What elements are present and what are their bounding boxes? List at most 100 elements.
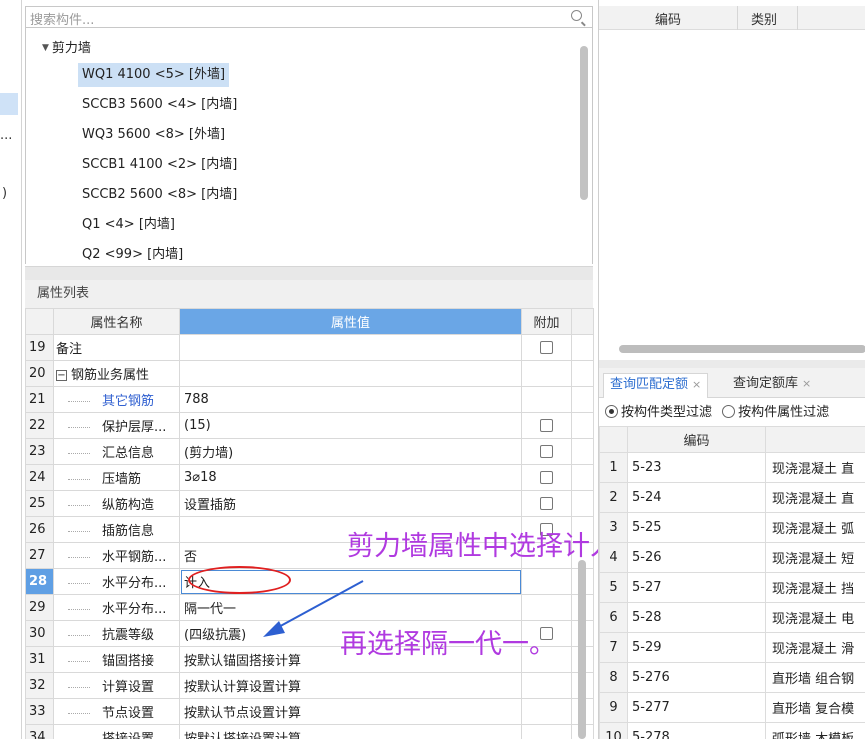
row-number[interactable]: 19 — [25, 334, 54, 361]
property-add-cell[interactable] — [521, 334, 572, 361]
property-value[interactable]: 788 — [179, 386, 522, 413]
row-number[interactable]: 23 — [25, 438, 54, 465]
property-scrollbar[interactable] — [578, 560, 586, 739]
quota-code[interactable]: 5-25 — [627, 512, 766, 543]
quota-description[interactable]: 现浇混凝土 短 — [765, 542, 865, 573]
property-name-cell[interactable]: 节点设置 — [53, 698, 180, 725]
quota-description[interactable]: 直形墙 组合钢 — [765, 662, 865, 693]
property-row[interactable]: 21 其它钢筋 788 — [25, 386, 594, 413]
property-row[interactable]: 34 搭接设置 按默认搭接设置计算 — [25, 724, 594, 739]
quota-row[interactable]: 105-278弧形墙 木模板 — [599, 722, 865, 739]
quota-code[interactable]: 5-278 — [627, 722, 766, 739]
close-icon[interactable]: × — [692, 378, 701, 391]
property-add-cell[interactable] — [521, 386, 572, 413]
quota-row-number[interactable]: 3 — [599, 512, 628, 543]
quota-description[interactable]: 直形墙 复合模 — [765, 692, 865, 723]
property-row[interactable]: 22 保护层厚... (15) — [25, 412, 594, 439]
quota-row-number[interactable]: 9 — [599, 692, 628, 723]
tree-item[interactable]: SCCB2 5600 <8> [内墙] — [78, 183, 241, 207]
property-row[interactable]: 19 备注 — [25, 334, 594, 361]
row-number[interactable]: 29 — [25, 594, 54, 621]
row-number[interactable]: 30 — [25, 620, 54, 647]
quota-code[interactable]: 5-23 — [627, 452, 766, 483]
quota-row[interactable]: 2 5-24 现浇混凝土 直 — [599, 482, 865, 513]
property-value[interactable]: 按默认计算设置计算 — [179, 672, 522, 699]
property-row[interactable]: 23 汇总信息 (剪力墙) — [25, 438, 594, 465]
property-name-cell[interactable]: 汇总信息 — [53, 438, 180, 465]
property-add-cell[interactable] — [521, 698, 572, 725]
quota-row-number[interactable]: 5 — [599, 572, 628, 603]
add-checkbox[interactable] — [540, 471, 553, 484]
left-strip-more[interactable]: ... — [0, 128, 12, 143]
property-name-cell[interactable]: − 钢筋业务属性 — [53, 360, 180, 387]
quota-code-header[interactable]: 编码 — [627, 426, 766, 453]
row-number[interactable]: 20 — [25, 360, 54, 387]
right-horizontal-scrollbar[interactable] — [619, 345, 865, 353]
property-name-cell[interactable]: 水平分布... — [53, 568, 180, 595]
add-checkbox[interactable] — [540, 341, 553, 354]
quota-row-number[interactable]: 1 — [599, 452, 628, 483]
property-row[interactable]: 25 纵筋构造 设置插筋 — [25, 490, 594, 517]
property-value-header[interactable]: 属性值 — [179, 308, 522, 335]
row-number[interactable]: 22 — [25, 412, 54, 439]
row-number[interactable]: 25 — [25, 490, 54, 517]
type-column-header[interactable]: 类别 — [751, 9, 777, 28]
property-add-header[interactable]: 附加 — [521, 308, 572, 335]
property-row[interactable]: 32 计算设置 按默认计算设置计算 — [25, 672, 594, 699]
quota-row-number[interactable]: 10 — [599, 722, 628, 739]
quota-row[interactable]: 8 5-276 直形墙 组合钢 — [599, 662, 865, 693]
property-name-cell[interactable]: 插筋信息 — [53, 516, 180, 543]
quota-code[interactable]: 5-24 — [627, 482, 766, 513]
property-name-cell[interactable]: 锚固搭接 — [53, 646, 180, 673]
code-column-header[interactable]: 编码 — [655, 9, 681, 28]
tab-query-matched-quota[interactable]: 查询匹配定额 × — [603, 373, 709, 398]
tree-item[interactable]: SCCB3 5600 <4> [内墙] — [78, 93, 241, 117]
collapse-icon[interactable]: − — [56, 370, 67, 381]
quota-description[interactable]: 现浇混凝土 滑 — [765, 632, 865, 663]
quota-code[interactable]: 5-26 — [627, 542, 766, 573]
row-number[interactable]: 34 — [25, 724, 54, 739]
quota-row-number[interactable]: 6 — [599, 602, 628, 633]
property-add-cell[interactable] — [521, 464, 572, 491]
row-number[interactable]: 31 — [25, 646, 54, 673]
property-row[interactable]: 20− 钢筋业务属性 — [25, 360, 594, 387]
quota-row[interactable]: 5 5-27 现浇混凝土 挡 — [599, 572, 865, 603]
tree-item[interactable]: SCCB1 4100 <2> [内墙] — [78, 153, 241, 177]
chevron-down-icon[interactable]: ▼ — [42, 43, 49, 53]
property-name-cell[interactable]: 纵筋构造 — [53, 490, 180, 517]
property-value[interactable]: (15) — [179, 412, 522, 439]
property-name-cell[interactable]: 搭接设置 — [53, 724, 180, 739]
property-name-cell[interactable]: 水平钢筋... — [53, 542, 180, 569]
row-number[interactable]: 28 — [25, 568, 54, 595]
property-value[interactable] — [179, 360, 522, 387]
quota-code[interactable]: 5-29 — [627, 632, 766, 663]
row-number[interactable]: 24 — [25, 464, 54, 491]
property-row[interactable]: 24 压墙筋 3⌀18 — [25, 464, 594, 491]
quota-description[interactable]: 现浇混凝土 挡 — [765, 572, 865, 603]
quota-row[interactable]: 9 5-277 直形墙 复合模 — [599, 692, 865, 723]
property-name-header[interactable]: 属性名称 — [53, 308, 180, 335]
property-add-cell[interactable] — [521, 438, 572, 465]
tree-item[interactable]: Q2 <99> [内墙] — [78, 243, 187, 264]
row-number[interactable]: 27 — [25, 542, 54, 569]
quota-row-number[interactable]: 7 — [599, 632, 628, 663]
property-add-cell[interactable] — [521, 672, 572, 699]
search-icon[interactable] — [571, 10, 582, 21]
quota-row[interactable]: 3 5-25 现浇混凝土 弧 — [599, 512, 865, 543]
filter-by-type-radio[interactable] — [605, 405, 618, 418]
row-number[interactable]: 32 — [25, 672, 54, 699]
row-number[interactable]: 26 — [25, 516, 54, 543]
property-value[interactable]: 按默认节点设置计算 — [179, 698, 522, 725]
property-name-cell[interactable]: 计算设置 — [53, 672, 180, 699]
property-value[interactable]: 3⌀18 — [179, 464, 522, 491]
property-name-cell[interactable]: 其它钢筋 — [53, 386, 180, 413]
property-add-cell[interactable] — [521, 412, 572, 439]
quota-description[interactable]: 现浇混凝土 直 — [765, 452, 865, 483]
property-name-cell[interactable]: 抗震等级 — [53, 620, 180, 647]
quota-row[interactable]: 4 5-26 现浇混凝土 短 — [599, 542, 865, 573]
filter-by-attribute-label[interactable]: 按构件属性过滤 — [738, 405, 829, 420]
quota-row-number[interactable]: 8 — [599, 662, 628, 693]
property-add-cell[interactable] — [521, 360, 572, 387]
property-value[interactable] — [179, 334, 522, 361]
property-name-cell[interactable]: 备注 — [53, 334, 180, 361]
